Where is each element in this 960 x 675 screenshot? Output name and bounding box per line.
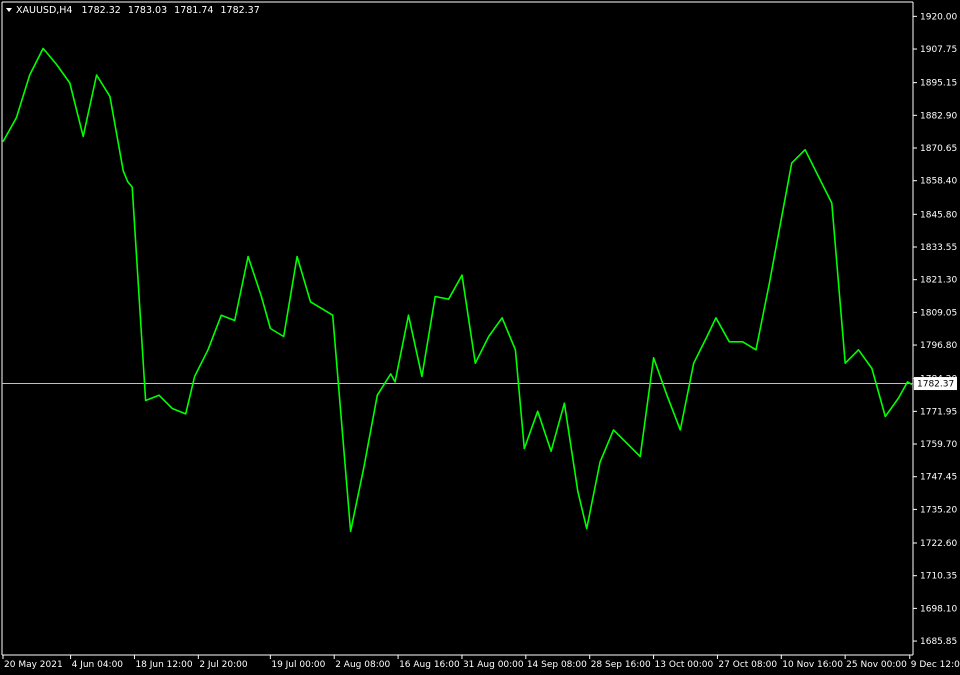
x-tick-label: 27 Oct 08:00 [718,660,777,670]
x-tick-label: 31 Aug 00:00 [463,660,524,670]
x-tick-label: 28 Sep 16:00 [591,660,651,670]
current-price-label-text: 1782.37 [917,380,954,390]
y-tick-label: 1821.30 [920,276,957,286]
high-value: 1783.03 [128,5,167,16]
y-tick-label: 1735.20 [920,505,957,515]
x-tick-label: 2 Aug 08:00 [335,660,390,670]
y-tick-label: 1809.05 [920,308,957,318]
y-tick-label: 1771.95 [920,407,957,417]
x-tick-label: 14 Sep 08:00 [527,660,587,670]
chart-background [0,0,960,675]
x-tick-label: 25 Nov 00:00 [846,660,907,670]
x-tick-label: 2 Jul 20:00 [199,660,248,670]
y-tick-label: 1858.40 [920,177,957,187]
low-value: 1781.74 [174,5,213,16]
y-tick-label: 1698.10 [920,604,957,614]
x-tick-label: 4 Jun 04:00 [72,660,124,670]
x-tick-label: 13 Oct 00:00 [655,660,714,670]
y-tick-label: 1907.75 [920,45,957,55]
price-chart[interactable]: 1920.00 1907.75 1895.15 1882.90 1870.65 1858.… [0,0,960,675]
svg-text:XAUUSD,H4 1782.32: XAUUSD,H4 1782.32 1783.03 1781.74 1782.3… [16,5,260,16]
x-tick-label: 16 Aug 16:00 [399,660,460,670]
current-price-label: 1782.37 [914,377,957,391]
y-tick-label: 1870.65 [920,144,957,154]
y-tick-label: 1845.80 [920,210,957,220]
y-tick-label: 1895.15 [920,79,957,89]
x-tick-label: 20 May 2021 [4,660,63,670]
y-tick-label: 1796.80 [920,341,957,351]
y-tick-label: 1685.85 [920,637,957,647]
y-tick-label: 1747.45 [920,473,957,483]
y-tick-label: 1882.90 [920,111,957,121]
y-tick-label: 1759.70 [920,440,957,450]
y-tick-label: 1710.35 [920,572,957,582]
chart-header: XAUUSD,H4 1782.32 1783.03 1781.74 1782.3… [6,5,260,16]
open-value: 1782.32 [82,5,121,16]
x-tick-label: 10 Nov 16:00 [782,660,843,670]
x-tick-label: 18 Jun 12:00 [135,660,192,670]
y-tick-label: 1722.60 [920,539,957,549]
y-tick-label: 1920.00 [920,12,957,22]
close-value: 1782.37 [220,5,259,16]
x-tick-label: 9 Dec 12:00 [911,660,960,670]
symbol-label: XAUUSD,H4 [16,5,72,16]
y-tick-label: 1833.55 [920,243,957,253]
x-tick-label: 19 Jul 00:00 [271,660,325,670]
